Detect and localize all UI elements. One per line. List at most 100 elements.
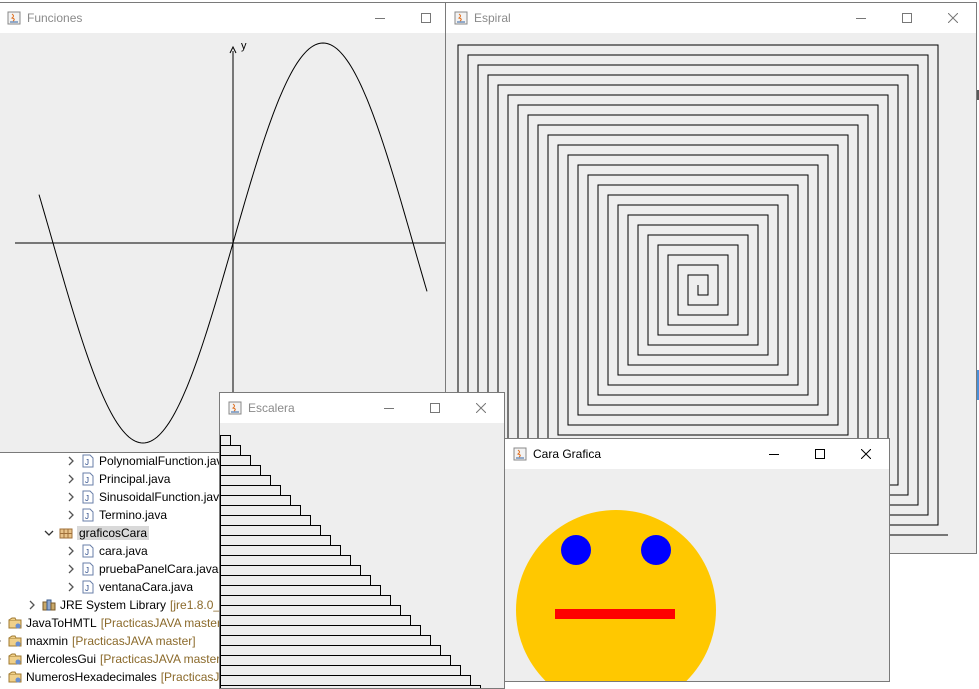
maximize-button[interactable]	[884, 3, 930, 33]
maximize-icon	[430, 403, 440, 413]
close-button[interactable]	[843, 439, 889, 469]
stair-step	[221, 466, 261, 476]
tree-item-label: Principal.java	[99, 472, 170, 486]
tree-item-file[interactable]: Jcara.java	[65, 542, 148, 560]
close-button[interactable]	[458, 393, 504, 423]
maximize-icon	[421, 13, 431, 23]
java-file-icon: J	[81, 508, 95, 522]
face-circle	[516, 510, 716, 682]
right-eye	[641, 535, 671, 565]
stair-step	[221, 656, 451, 666]
svg-text:J: J	[85, 584, 89, 593]
tree-item-decoration: [PracticasJAVA master]	[100, 652, 222, 666]
chevron-right-icon[interactable]	[65, 545, 77, 557]
sine-plot: y	[0, 33, 450, 453]
java-file-icon: J	[81, 490, 95, 504]
tree-item-label: graficosCara	[77, 526, 149, 540]
stair-step	[221, 446, 241, 456]
tree-item-file[interactable]: JventanaCara.java	[65, 578, 193, 596]
funciones-window: Funciones y	[0, 2, 450, 453]
chevron-right-icon[interactable]	[0, 635, 4, 647]
stair-step	[221, 576, 371, 586]
minimize-icon	[856, 13, 866, 23]
svg-text:J: J	[85, 566, 89, 575]
stair-step	[221, 486, 281, 496]
tree-item-decoration: [PracticasJAVA master]	[161, 670, 222, 684]
java-file-icon: J	[81, 562, 95, 576]
y-axis-label: y	[241, 40, 247, 52]
tree-item-file[interactable]: J Termino.java	[65, 506, 167, 524]
project-icon	[8, 652, 22, 666]
minimize-button[interactable]	[357, 3, 403, 33]
svg-text:J: J	[85, 494, 89, 503]
close-icon	[948, 13, 958, 23]
svg-text:J: J	[85, 548, 89, 557]
tree-item-label: ventanaCara.java	[99, 580, 193, 594]
chevron-right-icon[interactable]	[26, 599, 38, 611]
stair-step	[221, 626, 421, 636]
window-title: Espiral	[474, 11, 838, 25]
tree-item-file[interactable]: J SinusoidalFunction.java	[65, 488, 222, 506]
java-file-icon: J	[81, 454, 95, 468]
stair-step	[221, 596, 391, 606]
funciones-titlebar[interactable]: Funciones	[0, 3, 449, 33]
tree-item-label: JavaToHMTL	[26, 616, 97, 630]
project-icon	[8, 634, 22, 648]
espiral-titlebar[interactable]: Espiral	[446, 3, 976, 33]
tree-item-file[interactable]: J PolynomialFunction.java	[65, 452, 222, 470]
chevron-right-icon[interactable]	[0, 671, 4, 683]
tree-item-label: pruebaPanelCara.java	[99, 562, 218, 576]
java-icon	[7, 11, 21, 25]
package-explorer: JPolynomialFunction.javaJPrincipal.javaJ…	[0, 452, 222, 687]
java-icon	[513, 447, 527, 461]
maximize-button[interactable]	[797, 439, 843, 469]
maximize-icon	[902, 13, 912, 23]
tree-item-library[interactable]: JRE System Library[jre1.8.0_60]	[26, 596, 222, 614]
stair-step	[221, 586, 381, 596]
svg-text:J: J	[85, 476, 89, 485]
stair-step	[221, 456, 251, 466]
minimize-button[interactable]	[366, 393, 412, 423]
close-icon	[861, 449, 871, 459]
chevron-right-icon[interactable]	[65, 581, 77, 593]
stair-step	[221, 516, 311, 526]
cara-grafica-window: Cara Grafica	[504, 438, 890, 682]
chevron-right-icon[interactable]	[0, 653, 4, 665]
tree-item-package[interactable]: graficosCara	[43, 524, 149, 542]
tree-item-label: cara.java	[99, 544, 148, 558]
tree-item-file[interactable]: JpruebaPanelCara.java	[65, 560, 218, 578]
stair-step	[221, 636, 431, 646]
stair-step	[221, 476, 271, 486]
project-icon	[8, 670, 22, 684]
chevron-right-icon[interactable]	[0, 617, 4, 629]
maximize-button[interactable]	[412, 393, 458, 423]
tree-item-project[interactable]: maxmin[PracticasJAVA master]	[0, 632, 196, 650]
funciones-canvas: y	[0, 33, 449, 452]
tree-item-label: SinusoidalFunction.java	[99, 490, 222, 504]
tree-item-file[interactable]: J Principal.java	[65, 470, 170, 488]
stair-step	[221, 546, 341, 556]
tree-item-label: PolynomialFunction.java	[99, 454, 222, 468]
escalera-titlebar[interactable]: Escalera	[220, 393, 504, 423]
close-button[interactable]	[930, 3, 976, 33]
staircase	[220, 423, 505, 689]
minimize-button[interactable]	[838, 3, 884, 33]
minimize-button[interactable]	[751, 439, 797, 469]
stair-step	[221, 526, 321, 536]
stair-step	[221, 646, 441, 656]
maximize-icon	[815, 449, 825, 459]
tree-item-decoration: [jre1.8.0_60]	[170, 598, 222, 612]
stair-step	[221, 666, 461, 676]
chevron-right-icon[interactable]	[65, 455, 77, 467]
tree-item-project[interactable]: MiercolesGui[PracticasJAVA master]	[0, 650, 222, 668]
chevron-right-icon[interactable]	[65, 563, 77, 575]
tree-item-project[interactable]: JavaToHMTL[PracticasJAVA master]	[0, 614, 222, 632]
maximize-button[interactable]	[403, 3, 449, 33]
cara-titlebar[interactable]: Cara Grafica	[505, 439, 889, 469]
chevron-right-icon[interactable]	[65, 509, 77, 521]
chevron-right-icon[interactable]	[65, 473, 77, 485]
chevron-down-icon[interactable]	[43, 527, 55, 539]
tree-item-project[interactable]: NumerosHexadecimales[PracticasJAVA maste…	[0, 668, 222, 686]
tree-item-label: Termino.java	[99, 508, 167, 522]
chevron-right-icon[interactable]	[65, 491, 77, 503]
